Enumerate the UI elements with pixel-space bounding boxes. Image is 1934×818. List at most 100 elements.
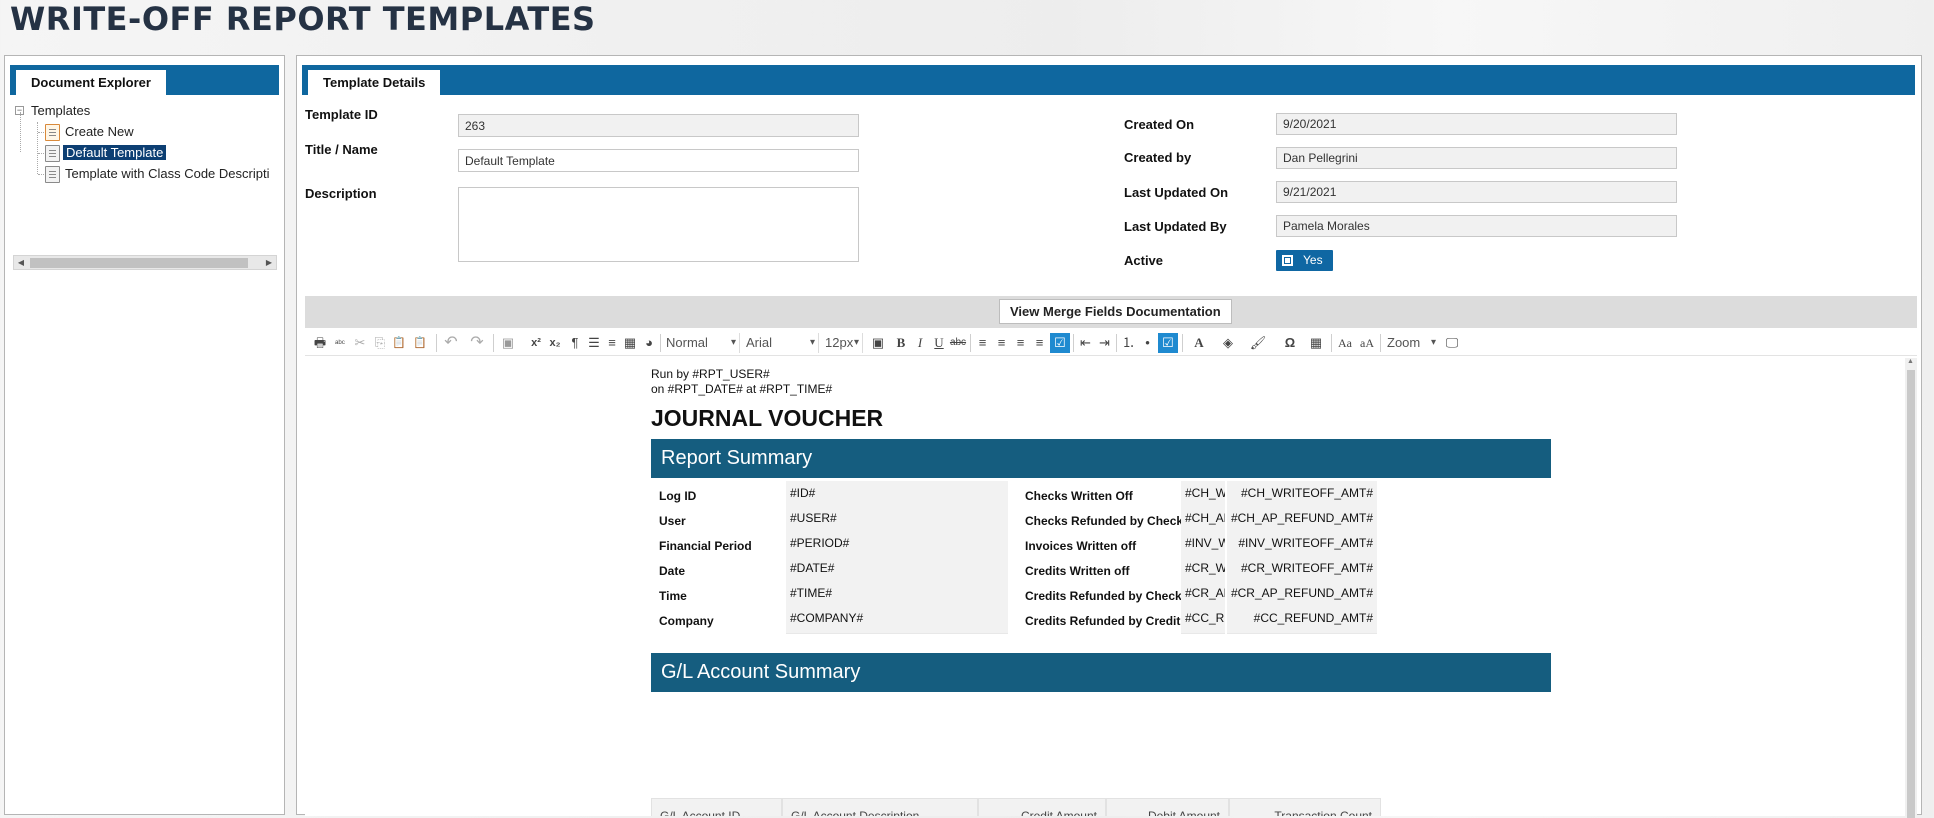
list-style-icon[interactable]: ☰ (586, 333, 602, 353)
gl-column-header: Credit Amount (978, 798, 1106, 816)
summary-code: #CH_WR (1181, 481, 1225, 509)
preview-icon[interactable]: 🖵 (1443, 333, 1461, 353)
created-on-field[interactable]: 9/20/2021 (1276, 113, 1677, 135)
scroll-right-icon[interactable]: ▶ (262, 256, 276, 269)
view-merge-fields-button[interactable]: View Merge Fields Documentation (999, 299, 1232, 324)
paragraph-style-select[interactable]: Normal (662, 333, 740, 353)
image-icon[interactable]: ▣ (499, 333, 517, 353)
tree-connector (37, 122, 38, 174)
description-label: Description (305, 186, 377, 201)
scroll-left-icon[interactable]: ◀ (14, 256, 28, 269)
summary-amount: #CC_REFUND_AMT# (1227, 606, 1377, 634)
unordered-list-icon[interactable]: • (1139, 333, 1156, 353)
summary-label: Company (659, 614, 714, 628)
special-character-icon[interactable]: Ω (1279, 333, 1301, 353)
checkbox-icon (1282, 255, 1293, 266)
summary-label: Checks Written Off (1025, 489, 1133, 503)
tree-item-class-code-template[interactable]: Template with Class Code Descripti (45, 163, 279, 185)
toolbar-separator (1073, 334, 1074, 352)
cut-icon[interactable]: ✂ (351, 333, 369, 353)
ordered-list-icon[interactable]: ⒈ (1120, 333, 1137, 353)
title-name-field[interactable]: Default Template (458, 149, 859, 172)
tab-document-explorer[interactable]: Document Explorer (16, 70, 166, 95)
align-center-icon[interactable]: ≡ (993, 333, 1010, 353)
scroll-up-icon[interactable]: ▲ (1907, 358, 1914, 365)
redo-icon[interactable]: ↷ (467, 333, 487, 353)
format-painter-icon[interactable]: 🖌 (1246, 333, 1270, 353)
tree-item-create-new[interactable]: Create New (45, 121, 134, 143)
tree-item-label: Create New (65, 124, 134, 139)
created-by-field[interactable]: Dan Pellegrini (1276, 147, 1677, 169)
undo-icon[interactable]: ↶ (441, 333, 461, 353)
paste-options-icon[interactable]: 📋 (409, 333, 431, 353)
title-name-label: Title / Name (305, 142, 378, 157)
tree-item-label: Template with Class Code Descripti (65, 166, 270, 181)
paragraph-icon[interactable]: ¶ (566, 333, 584, 353)
uppercase-icon[interactable]: Aa (1335, 333, 1355, 353)
print-icon[interactable]: 🖶 (311, 333, 329, 353)
summary-label: Time (659, 589, 687, 603)
outdent-icon[interactable]: ⇤ (1077, 333, 1094, 353)
table-props-icon[interactable]: ▦ (622, 333, 638, 353)
new-document-icon (45, 124, 60, 141)
italic-icon[interactable]: I (912, 333, 928, 353)
strikethrough-icon[interactable]: abc (949, 333, 967, 353)
template-details-panel: Template Details Template ID 263 Title /… (296, 55, 1922, 818)
zoom-select[interactable]: Zoom (1383, 333, 1439, 353)
summary-code: #INV_WF (1181, 531, 1225, 559)
description-field[interactable] (458, 187, 859, 262)
summary-label: User (659, 514, 686, 528)
gl-column-header: G/L Account ID (651, 798, 782, 816)
scrollbar-thumb[interactable] (30, 258, 248, 268)
active-toggle[interactable]: Yes (1276, 250, 1333, 271)
toolbar-separator (970, 334, 971, 352)
summary-value: #ID# (786, 481, 1008, 509)
last-updated-by-field[interactable]: Pamela Morales (1276, 215, 1677, 237)
toolbar-separator (1331, 334, 1332, 352)
spellcheck-icon[interactable]: ᵃᵇᶜ (331, 333, 349, 353)
pie-chart-icon[interactable]: ◕ (641, 333, 657, 353)
select-all-icon[interactable]: ▣ (870, 333, 886, 353)
align-left-icon[interactable]: ≡ (974, 333, 991, 353)
gl-column-header: Debit Amount (1106, 798, 1229, 816)
document-icon (45, 166, 60, 183)
font-family-select[interactable]: Arial (742, 333, 819, 353)
summary-label: Checks Refunded by Check (1025, 514, 1184, 528)
paste-icon[interactable]: 📋 (390, 333, 408, 353)
summary-code: #CR_AP_ (1181, 581, 1225, 609)
tree-root-templates[interactable]: Templates (31, 100, 90, 122)
underline-icon[interactable]: U (931, 333, 947, 353)
lowercase-icon[interactable]: aA (1357, 333, 1377, 353)
subscript-icon[interactable]: x₂ (546, 333, 564, 353)
editor-vertical-scrollbar[interactable]: ▲ (1905, 358, 1917, 818)
document-explorer-panel: Document Explorer − Templates Create New… (4, 55, 285, 815)
superscript-icon[interactable]: x² (527, 333, 545, 353)
font-size-select[interactable]: 12px (821, 333, 863, 353)
document-icon (45, 145, 60, 162)
summary-value: #DATE# (786, 556, 1008, 584)
tree-item-default-template[interactable]: Default Template (45, 142, 167, 164)
merge-fields-bar: View Merge Fields Documentation (305, 296, 1917, 328)
tree-horizontal-scrollbar[interactable]: ◀ ▶ (13, 255, 277, 270)
indent-icon[interactable]: ⇥ (1096, 333, 1113, 353)
highlight-color-icon[interactable]: ◈ (1217, 333, 1239, 353)
font-color-icon[interactable]: A (1188, 333, 1210, 353)
document-heading: JOURNAL VOUCHER (651, 405, 884, 431)
tab-template-details[interactable]: Template Details (308, 70, 441, 95)
track-changes-icon[interactable]: ☑ (1158, 333, 1178, 353)
last-updated-by-label: Last Updated By (1124, 219, 1227, 234)
insert-table-icon[interactable]: ▦ (1305, 333, 1327, 353)
explorer-tab-strip: Document Explorer (10, 65, 279, 95)
gl-summary-band: G/L Account Summary (651, 653, 1551, 692)
toolbar-separator (1380, 334, 1381, 352)
last-updated-on-field[interactable]: 9/21/2021 (1276, 181, 1677, 203)
align-right-icon[interactable]: ≡ (1012, 333, 1029, 353)
template-id-field[interactable]: 263 (458, 114, 859, 137)
show-formatting-icon[interactable]: ☑ (1050, 333, 1070, 353)
editor-document-area[interactable]: Run by #RPT_USER# on #RPT_DATE# at #RPT_… (305, 356, 1905, 816)
bold-icon[interactable]: B (893, 333, 909, 353)
copy-icon[interactable]: ⎘ (371, 333, 389, 353)
scrollbar-thumb[interactable] (1907, 370, 1915, 818)
align-icon[interactable]: ≡ (604, 333, 620, 353)
align-justify-icon[interactable]: ≡ (1031, 333, 1048, 353)
